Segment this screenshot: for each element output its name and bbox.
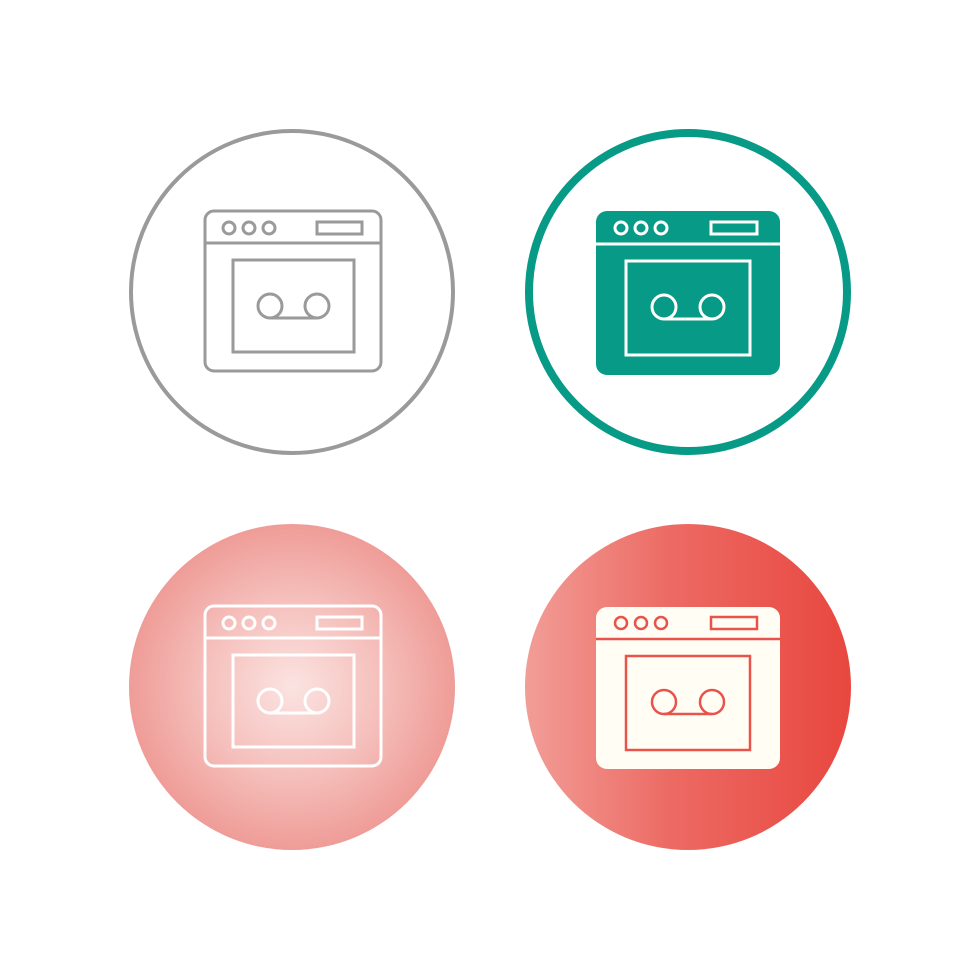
outline-cassette-window-icon	[129, 129, 455, 455]
cassette-window-glyph	[596, 607, 780, 769]
gradient-circle	[129, 524, 455, 850]
outline-circle	[129, 129, 455, 455]
filled-cassette-window-icon	[525, 129, 851, 455]
outline-icon-tile	[127, 127, 457, 457]
gradient-glyph-icon-tile	[523, 522, 853, 852]
filled-icon-tile	[523, 127, 853, 457]
cassette-window-glyph	[596, 211, 780, 375]
window-body	[596, 607, 780, 769]
gradient-line-icon-tile	[127, 522, 457, 852]
window-body	[596, 211, 780, 375]
gradient-glyph-cassette-window-icon	[525, 524, 851, 850]
icon-sheet	[0, 0, 980, 980]
gradient-line-cassette-window-icon	[129, 524, 455, 850]
